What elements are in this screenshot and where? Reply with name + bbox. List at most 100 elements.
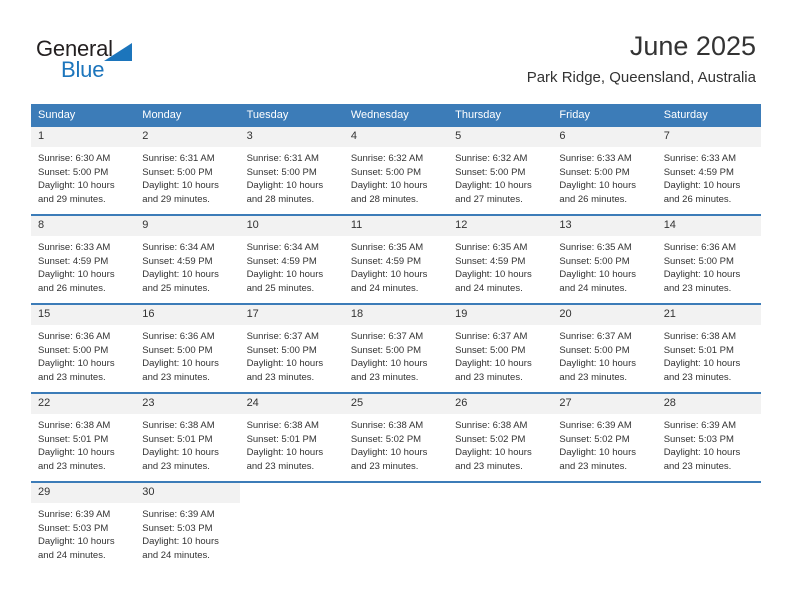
day-details: Sunrise: 6:37 AM Sunset: 5:00 PM Dayligh… [344, 325, 448, 384]
weekday-header-sunday: Sunday [31, 104, 136, 126]
weekday-header-thursday: Thursday [448, 104, 553, 126]
day-cell[interactable]: 29 Sunrise: 6:39 AM Sunset: 5:03 PM Dayl… [31, 481, 136, 578]
sunset-text: Sunset: 5:00 PM [142, 344, 213, 356]
weekday-header-wednesday: Wednesday [343, 104, 449, 126]
day-cell[interactable]: 13 Sunrise: 6:35 AM Sunset: 5:00 PM Dayl… [552, 214, 657, 304]
daylight-text: Daylight: 10 hours and 24 minutes. [559, 269, 636, 294]
day-cell[interactable]: 30 Sunrise: 6:39 AM Sunset: 5:03 PM Dayl… [135, 481, 240, 578]
day-cell[interactable]: 5 Sunrise: 6:32 AM Sunset: 5:00 PM Dayli… [448, 125, 553, 215]
day-details: Sunrise: 6:38 AM Sunset: 5:01 PM Dayligh… [135, 414, 239, 473]
day-number: 22 [31, 394, 136, 414]
day-details: Sunrise: 6:35 AM Sunset: 5:00 PM Dayligh… [552, 236, 656, 295]
daylight-text: Daylight: 10 hours and 23 minutes. [350, 358, 428, 383]
daylight-text: Daylight: 10 hours and 23 minutes. [559, 447, 636, 472]
daylight-text: Daylight: 10 hours and 24 minutes. [38, 536, 115, 561]
day-number: 4 [343, 127, 449, 147]
day-cell[interactable]: 4 Sunrise: 6:32 AM Sunset: 5:00 PM Dayli… [343, 125, 449, 215]
sunset-text: Sunset: 5:00 PM [559, 255, 630, 267]
day-cell[interactable]: 10 Sunrise: 6:34 AM Sunset: 4:59 PM Dayl… [239, 214, 344, 304]
day-cell[interactable]: 24 Sunrise: 6:38 AM Sunset: 5:01 PM Dayl… [239, 392, 344, 482]
sunset-text: Sunset: 5:01 PM [663, 344, 734, 356]
sunset-text: Sunset: 5:02 PM [559, 433, 630, 445]
logo-text-blue: Blue [61, 57, 105, 82]
day-cell[interactable]: 28 Sunrise: 6:39 AM Sunset: 5:03 PM Dayl… [656, 392, 761, 482]
day-number: 5 [448, 127, 553, 147]
daylight-text: Daylight: 10 hours and 27 minutes. [455, 180, 532, 205]
day-cell[interactable]: 16 Sunrise: 6:36 AM Sunset: 5:00 PM Dayl… [135, 303, 240, 393]
daylight-text: Daylight: 10 hours and 23 minutes. [663, 358, 741, 383]
calendar-header-row: Sunday Monday Tuesday Wednesday Thursday… [31, 104, 761, 126]
sunrise-text: Sunrise: 6:35 AM [350, 242, 424, 253]
calendar-body: 1 Sunrise: 6:30 AM Sunset: 5:00 PM Dayli… [31, 125, 761, 578]
daylight-text: Daylight: 10 hours and 23 minutes. [142, 358, 219, 383]
page-header: General Blue June 2025 Park Ridge, Queen… [0, 0, 792, 104]
day-cell[interactable]: 2 Sunrise: 6:31 AM Sunset: 5:00 PM Dayli… [135, 125, 240, 215]
sunrise-text: Sunrise: 6:39 AM [559, 420, 632, 431]
day-number: 30 [135, 483, 240, 503]
sunset-text: Sunset: 4:59 PM [663, 166, 734, 178]
day-number [552, 483, 657, 503]
general-blue-logo[interactable]: General Blue [36, 36, 166, 82]
sunset-text: Sunset: 5:00 PM [350, 344, 422, 356]
day-cell[interactable]: 12 Sunrise: 6:35 AM Sunset: 4:59 PM Dayl… [448, 214, 553, 304]
day-number: 25 [343, 394, 449, 414]
day-details: Sunrise: 6:37 AM Sunset: 5:00 PM Dayligh… [552, 325, 656, 384]
day-details: Sunrise: 6:34 AM Sunset: 4:59 PM Dayligh… [240, 236, 344, 295]
day-cell[interactable]: 1 Sunrise: 6:30 AM Sunset: 5:00 PM Dayli… [31, 125, 136, 215]
sunrise-text: Sunrise: 6:33 AM [38, 242, 111, 253]
day-cell[interactable]: 22 Sunrise: 6:38 AM Sunset: 5:01 PM Dayl… [31, 392, 136, 482]
daylight-text: Daylight: 10 hours and 24 minutes. [455, 269, 532, 294]
day-cell[interactable]: 8 Sunrise: 6:33 AM Sunset: 4:59 PM Dayli… [31, 214, 136, 304]
sunset-text: Sunset: 4:59 PM [142, 255, 213, 267]
daylight-text: Daylight: 10 hours and 28 minutes. [350, 180, 428, 205]
sunrise-text: Sunrise: 6:38 AM [38, 420, 111, 431]
day-cell[interactable]: 18 Sunrise: 6:37 AM Sunset: 5:00 PM Dayl… [343, 303, 449, 393]
daylight-text: Daylight: 10 hours and 29 minutes. [38, 180, 115, 205]
calendar-week-row: 22 Sunrise: 6:38 AM Sunset: 5:01 PM Dayl… [31, 392, 761, 482]
sunset-text: Sunset: 4:59 PM [350, 255, 422, 267]
sunset-text: Sunset: 4:59 PM [38, 255, 109, 267]
daylight-text: Daylight: 10 hours and 26 minutes. [38, 269, 115, 294]
day-cell[interactable]: 17 Sunrise: 6:37 AM Sunset: 5:00 PM Dayl… [239, 303, 344, 393]
day-details: Sunrise: 6:39 AM Sunset: 5:03 PM Dayligh… [31, 503, 135, 562]
day-cell[interactable]: 27 Sunrise: 6:39 AM Sunset: 5:02 PM Dayl… [552, 392, 657, 482]
day-cell[interactable]: 9 Sunrise: 6:34 AM Sunset: 4:59 PM Dayli… [135, 214, 240, 304]
day-details: Sunrise: 6:36 AM Sunset: 5:00 PM Dayligh… [31, 325, 135, 384]
day-number: 10 [239, 216, 344, 236]
sunrise-text: Sunrise: 6:36 AM [38, 331, 111, 342]
sunrise-text: Sunrise: 6:32 AM [350, 153, 424, 164]
day-cell[interactable]: 25 Sunrise: 6:38 AM Sunset: 5:02 PM Dayl… [343, 392, 449, 482]
day-number: 2 [135, 127, 240, 147]
daylight-text: Daylight: 10 hours and 23 minutes. [663, 447, 741, 472]
day-cell[interactable]: 11 Sunrise: 6:35 AM Sunset: 4:59 PM Dayl… [343, 214, 449, 304]
sunset-text: Sunset: 5:00 PM [559, 166, 630, 178]
day-number: 14 [656, 216, 761, 236]
sunrise-text: Sunrise: 6:38 AM [246, 420, 319, 431]
day-cell[interactable]: 19 Sunrise: 6:37 AM Sunset: 5:00 PM Dayl… [448, 303, 553, 393]
day-cell-empty [656, 481, 761, 578]
day-details: Sunrise: 6:33 AM Sunset: 4:59 PM Dayligh… [31, 236, 135, 295]
day-cell[interactable]: 26 Sunrise: 6:38 AM Sunset: 5:02 PM Dayl… [448, 392, 553, 482]
day-number [656, 483, 761, 503]
sunset-text: Sunset: 5:00 PM [142, 166, 213, 178]
day-cell[interactable]: 3 Sunrise: 6:31 AM Sunset: 5:00 PM Dayli… [239, 125, 344, 215]
day-number: 21 [656, 305, 761, 325]
daylight-text: Daylight: 10 hours and 26 minutes. [663, 180, 741, 205]
day-number [239, 483, 344, 503]
daylight-text: Daylight: 10 hours and 23 minutes. [246, 358, 324, 383]
day-details: Sunrise: 6:37 AM Sunset: 5:00 PM Dayligh… [448, 325, 552, 384]
day-details: Sunrise: 6:39 AM Sunset: 5:03 PM Dayligh… [135, 503, 239, 562]
daylight-text: Daylight: 10 hours and 23 minutes. [38, 358, 115, 383]
day-cell[interactable]: 23 Sunrise: 6:38 AM Sunset: 5:01 PM Dayl… [135, 392, 240, 482]
day-cell[interactable]: 21 Sunrise: 6:38 AM Sunset: 5:01 PM Dayl… [656, 303, 761, 393]
sunrise-text: Sunrise: 6:38 AM [142, 420, 215, 431]
day-cell[interactable]: 7 Sunrise: 6:33 AM Sunset: 4:59 PM Dayli… [656, 125, 761, 215]
day-details: Sunrise: 6:35 AM Sunset: 4:59 PM Dayligh… [448, 236, 552, 295]
day-cell[interactable]: 15 Sunrise: 6:36 AM Sunset: 5:00 PM Dayl… [31, 303, 136, 393]
day-cell[interactable]: 14 Sunrise: 6:36 AM Sunset: 5:00 PM Dayl… [656, 214, 761, 304]
daylight-text: Daylight: 10 hours and 23 minutes. [142, 447, 219, 472]
location-subtitle: Park Ridge, Queensland, Australia [526, 69, 756, 86]
day-cell[interactable]: 6 Sunrise: 6:33 AM Sunset: 5:00 PM Dayli… [552, 125, 657, 215]
day-number: 6 [552, 127, 657, 147]
day-cell[interactable]: 20 Sunrise: 6:37 AM Sunset: 5:00 PM Dayl… [552, 303, 657, 393]
